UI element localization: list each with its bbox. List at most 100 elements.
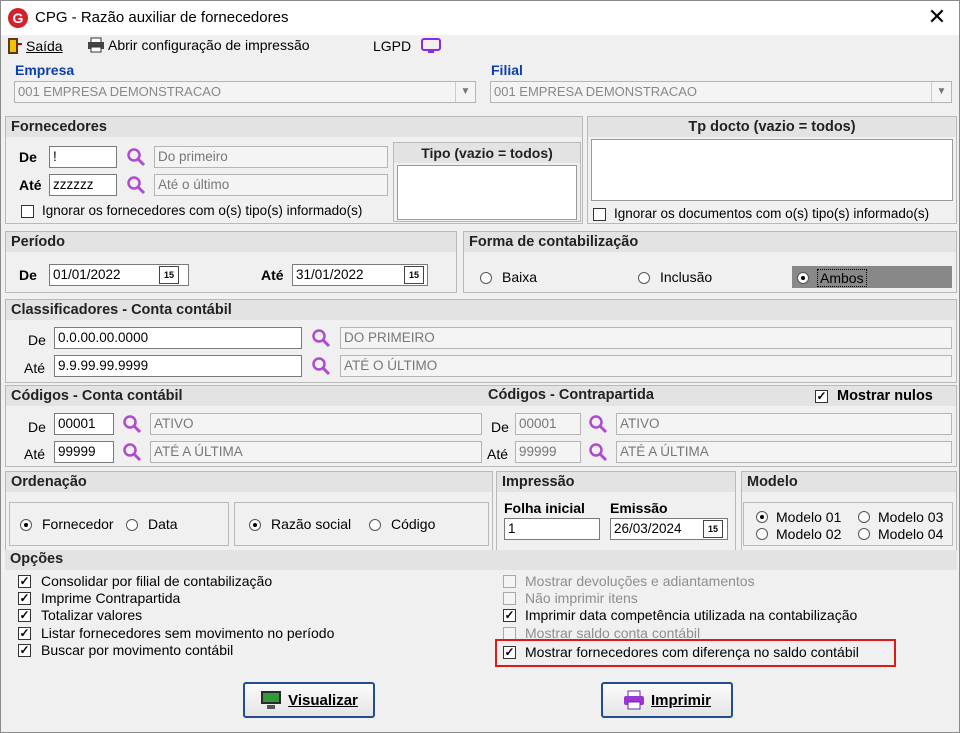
ordenacao-fornecedor-label: Fornecedor bbox=[42, 516, 114, 532]
opt-contrapartida-label: Imprime Contrapartida bbox=[41, 590, 181, 606]
contra-ate-input[interactable]: 99999 bbox=[515, 441, 581, 463]
fornecedor-de-desc: Do primeiro bbox=[154, 146, 388, 168]
opt-nao-imprimir-checkbox[interactable] bbox=[503, 592, 516, 605]
emissao-label: Emissão bbox=[610, 500, 668, 516]
forma-inclusao-radio[interactable] bbox=[638, 272, 650, 284]
search-icon[interactable] bbox=[311, 356, 331, 376]
modelo-01-radio[interactable] bbox=[756, 511, 768, 523]
classif-ate-input[interactable]: 9.9.99.99.9999 bbox=[54, 355, 302, 377]
calendar-icon[interactable]: 15 bbox=[404, 266, 424, 284]
dialog-window: G CPG - Razão auxiliar de fornecedores ✕… bbox=[0, 0, 960, 733]
visualizar-button[interactable]: Visualizar bbox=[243, 682, 375, 718]
conta-de-desc: ATIVO bbox=[150, 413, 482, 435]
fornecedores-panel: Fornecedores De ! Do primeiro Até zzzzzz… bbox=[5, 116, 583, 224]
search-icon[interactable] bbox=[126, 147, 146, 167]
fornecedores-title: Fornecedores bbox=[6, 117, 582, 137]
fornecedor-ate-input[interactable]: zzzzzz bbox=[49, 174, 117, 196]
forma-ambos-highlight bbox=[792, 266, 952, 288]
chevron-down-icon[interactable]: ▼ bbox=[931, 82, 951, 102]
opt-devolucoes-checkbox[interactable] bbox=[503, 575, 516, 588]
empresa-select[interactable]: 001 EMPRESA DEMONSTRACAO ▼ bbox=[14, 81, 476, 103]
lgpd-menu-item[interactable]: LGPD bbox=[373, 37, 442, 55]
classif-de-input[interactable]: 0.0.00.00.0000 bbox=[54, 327, 302, 349]
conta-ate-input[interactable]: 99999 bbox=[54, 441, 114, 463]
opt-listar-checkbox[interactable]: ✓ bbox=[18, 627, 31, 640]
fornecedor-de-label: De bbox=[19, 149, 37, 165]
modelo-02-radio[interactable] bbox=[756, 528, 768, 540]
filial-select[interactable]: 001 EMPRESA DEMONSTRACAO ▼ bbox=[490, 81, 952, 103]
mostrar-nulos-checkbox[interactable]: ✓ bbox=[815, 390, 828, 403]
tipo-list[interactable] bbox=[397, 165, 577, 220]
forma-inclusao-label: Inclusão bbox=[660, 269, 713, 285]
forma-ambos-radio[interactable] bbox=[797, 272, 809, 284]
opt-buscar-checkbox[interactable]: ✓ bbox=[18, 644, 31, 657]
forma-ambos-label: Ambos bbox=[817, 269, 867, 287]
impressao-panel: Impressão Folha inicial 1 Emissão 26/03/… bbox=[496, 471, 736, 551]
opt-diferenca-saldo-checkbox[interactable]: ✓ bbox=[503, 646, 516, 659]
conta-de-input[interactable]: 00001 bbox=[54, 413, 114, 435]
classificadores-title: Classificadores - Conta contábil bbox=[6, 300, 956, 320]
contra-ate-label: Até bbox=[487, 446, 509, 462]
contra-de-input[interactable]: 00001 bbox=[515, 413, 581, 435]
ignore-fornecedores-checkbox[interactable] bbox=[21, 205, 34, 218]
ordenacao-codigo-radio[interactable] bbox=[369, 519, 381, 531]
codigos-panel: Códigos - Conta contábil Códigos - Contr… bbox=[5, 385, 957, 467]
search-icon[interactable] bbox=[122, 414, 142, 434]
ordenacao-razao-radio[interactable] bbox=[249, 519, 261, 531]
fornecedor-ate-label: Até bbox=[19, 177, 42, 193]
modelo-03-radio[interactable] bbox=[858, 511, 870, 523]
fornecedor-ate-desc: Até o último bbox=[154, 174, 388, 196]
search-icon[interactable] bbox=[588, 414, 608, 434]
forma-baixa-label: Baixa bbox=[502, 269, 538, 285]
calendar-icon[interactable]: 15 bbox=[159, 266, 179, 284]
ordenacao-panel: Ordenação Fornecedor Data Razão social C… bbox=[5, 471, 493, 551]
classif-de-desc: DO PRIMEIRO bbox=[340, 327, 952, 349]
fornecedor-de-input[interactable]: ! bbox=[49, 146, 117, 168]
tpdocto-list[interactable] bbox=[591, 139, 953, 201]
opcoes-title: Opções bbox=[10, 551, 64, 567]
imprimir-label: Imprimir bbox=[650, 691, 711, 709]
opcoes-header: Opções bbox=[5, 550, 957, 570]
ignore-documentos-label: Ignorar os documentos com o(s) tipo(s) i… bbox=[614, 206, 930, 221]
ordenacao-data-radio[interactable] bbox=[126, 519, 138, 531]
opt-consolidar-checkbox[interactable]: ✓ bbox=[18, 575, 31, 588]
search-icon[interactable] bbox=[588, 442, 608, 462]
tipo-panel: Tipo (vazio = todos) bbox=[393, 142, 581, 222]
folha-inicial-input[interactable]: 1 bbox=[504, 518, 600, 540]
mostrar-nulos-label: Mostrar nulos bbox=[837, 388, 933, 404]
periodo-title: Período bbox=[6, 232, 456, 252]
imprimir-button[interactable]: Imprimir bbox=[601, 682, 733, 718]
periodo-de-label: De bbox=[19, 267, 37, 283]
forma-baixa-radio[interactable] bbox=[480, 272, 492, 284]
codigos-conta-title: Códigos - Conta contábil bbox=[6, 386, 956, 406]
opt-data-competencia-checkbox[interactable]: ✓ bbox=[503, 609, 516, 622]
classif-ate-label: Até bbox=[24, 360, 46, 376]
close-button[interactable]: ✕ bbox=[921, 3, 953, 31]
tipo-title: Tipo (vazio = todos) bbox=[394, 143, 580, 163]
ordenacao-group2: Razão social Código bbox=[234, 502, 489, 546]
opt-consolidar-label: Consolidar por filial de contabilização bbox=[41, 573, 273, 589]
ordenacao-title: Ordenação bbox=[6, 472, 492, 492]
opt-contrapartida-checkbox[interactable]: ✓ bbox=[18, 592, 31, 605]
search-icon[interactable] bbox=[311, 328, 331, 348]
ignore-fornecedores-label: Ignorar os fornecedores com o(s) tipo(s)… bbox=[42, 203, 363, 218]
modelo-title: Modelo bbox=[742, 472, 956, 492]
chevron-down-icon[interactable]: ▼ bbox=[455, 82, 475, 102]
monitor-icon bbox=[261, 691, 282, 709]
search-icon[interactable] bbox=[126, 175, 146, 195]
ignore-documentos-checkbox[interactable] bbox=[593, 208, 606, 221]
opt-nao-imprimir-label: Não imprimir itens bbox=[525, 590, 638, 606]
search-icon[interactable] bbox=[122, 442, 142, 462]
modelo-03-label: Modelo 03 bbox=[878, 509, 944, 525]
ordenacao-fornecedor-radio[interactable] bbox=[20, 519, 32, 531]
periodo-ate-label: Até bbox=[261, 267, 284, 283]
exit-menu-item[interactable]: Saída bbox=[7, 37, 63, 55]
ordenacao-data-label: Data bbox=[148, 516, 178, 532]
modelo-04-radio[interactable] bbox=[858, 528, 870, 540]
ordenacao-razao-label: Razão social bbox=[271, 516, 352, 532]
calendar-icon[interactable]: 15 bbox=[703, 520, 723, 538]
print-config-menu-item[interactable]: Abrir configuração de impressão bbox=[87, 37, 310, 53]
modelo-panel: Modelo Modelo 01 Modelo 03 Modelo 02 Mod… bbox=[741, 471, 957, 551]
modelo-group: Modelo 01 Modelo 03 Modelo 02 Modelo 04 bbox=[743, 502, 953, 546]
opt-totalizar-checkbox[interactable]: ✓ bbox=[18, 609, 31, 622]
